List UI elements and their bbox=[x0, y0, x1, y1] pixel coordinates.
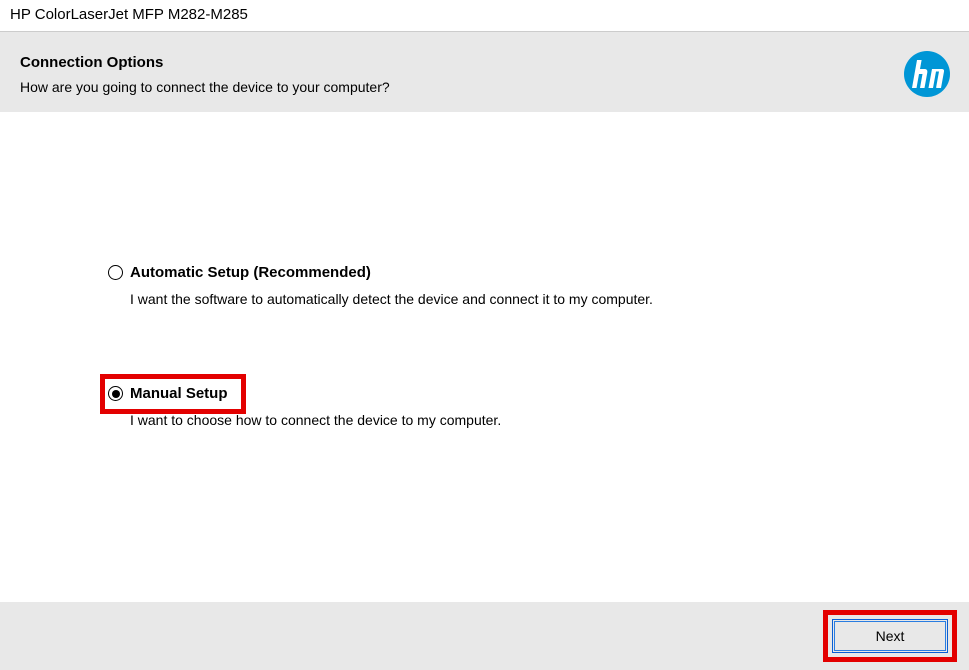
footer-area: Next bbox=[0, 602, 969, 670]
option-desc-manual: I want to choose how to connect the devi… bbox=[130, 412, 653, 428]
next-button[interactable]: Next bbox=[832, 619, 948, 653]
option-label-automatic: Automatic Setup (Recommended) bbox=[130, 264, 371, 281]
radio-icon[interactable] bbox=[108, 265, 123, 280]
options-container: Automatic Setup (Recommended) I want the… bbox=[108, 264, 653, 506]
hp-logo-icon bbox=[903, 50, 951, 103]
page-subtitle: How are you going to connect the device … bbox=[20, 79, 949, 95]
option-desc-automatic: I want the software to automatically det… bbox=[130, 291, 653, 307]
option-manual[interactable]: Manual Setup I want to choose how to con… bbox=[108, 385, 653, 428]
option-label-manual: Manual Setup bbox=[130, 385, 228, 402]
highlight-box: Next bbox=[823, 610, 957, 662]
option-automatic[interactable]: Automatic Setup (Recommended) I want the… bbox=[108, 264, 653, 307]
window-title-bar: HP ColorLaserJet MFP M282-M285 bbox=[0, 0, 969, 32]
content-panel: Automatic Setup (Recommended) I want the… bbox=[8, 112, 961, 602]
window-title: HP ColorLaserJet MFP M282-M285 bbox=[10, 6, 248, 23]
header-area: Connection Options How are you going to … bbox=[0, 32, 969, 112]
radio-icon[interactable] bbox=[108, 386, 123, 401]
page-title: Connection Options bbox=[20, 54, 949, 71]
